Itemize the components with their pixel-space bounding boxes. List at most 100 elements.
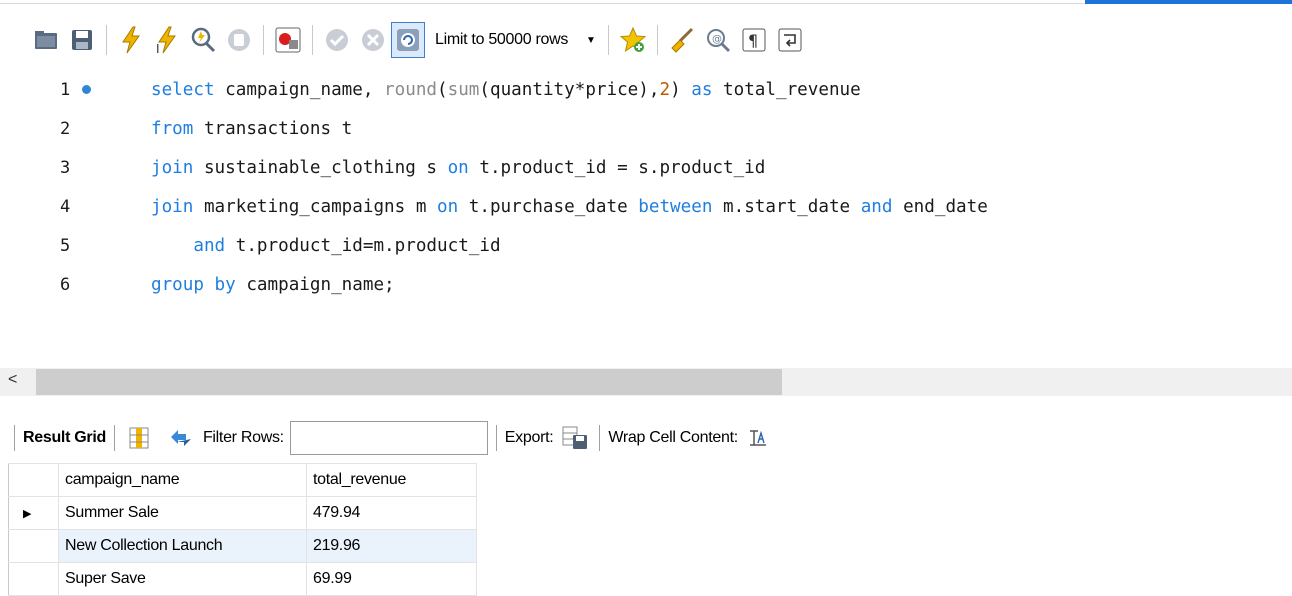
- indent-token: [151, 236, 193, 256]
- table-row[interactable]: ▶ Summer Sale 479.94: [8, 496, 477, 530]
- keyword-token: group by: [151, 275, 236, 295]
- scroll-left-icon[interactable]: <: [8, 371, 17, 389]
- code-token: transactions t: [193, 119, 353, 139]
- toggle-error-icon[interactable]: [270, 22, 306, 58]
- toolbar-separator: [106, 25, 107, 55]
- result-toolbar: Result Grid Filter Rows: Export: Wrap Ce…: [14, 416, 774, 460]
- line-number: 3: [60, 158, 71, 178]
- table-row[interactable]: New Collection Launch 219.96: [8, 529, 477, 563]
- number-token: 2: [659, 80, 671, 100]
- active-tab-accent: [1085, 0, 1292, 4]
- svg-text:@: @: [712, 34, 722, 45]
- keyword-token: select: [151, 80, 215, 100]
- keyword-token: join: [151, 158, 194, 178]
- code-token: (: [437, 80, 448, 100]
- code-token: (quantity*price),: [479, 80, 660, 100]
- line-number: 5: [60, 236, 71, 256]
- result-grid-tab[interactable]: Result Grid: [23, 429, 106, 447]
- wrap-icon[interactable]: [772, 22, 808, 58]
- add-snippet-icon[interactable]: [615, 22, 651, 58]
- code-token: m.start_date: [712, 197, 861, 217]
- column-header[interactable]: total_revenue: [306, 463, 477, 497]
- table-row[interactable]: Super Save 69.99: [8, 562, 477, 596]
- grid-cell[interactable]: Summer Sale: [58, 496, 307, 530]
- keyword-token: and: [860, 197, 893, 217]
- code-token: t.product_id=m.product_id: [225, 236, 501, 256]
- beautify-icon[interactable]: [664, 22, 700, 58]
- toolbar-separator: [656, 25, 658, 55]
- toolbar-separator: [312, 25, 313, 55]
- commit-icon[interactable]: [319, 22, 355, 58]
- toolbar-separator: [263, 25, 264, 55]
- line-number: 6: [60, 275, 71, 295]
- code-text: and t.product_id=m.product_id: [151, 236, 501, 256]
- execute-icon[interactable]: [113, 22, 149, 58]
- svg-text:¶: ¶: [748, 31, 758, 50]
- rollback-icon[interactable]: [355, 22, 391, 58]
- wrap-cell-icon[interactable]: [742, 422, 774, 454]
- toolbar-separator: [113, 425, 115, 451]
- keyword-token: and: [193, 236, 226, 256]
- scrollbar-thumb[interactable]: [36, 369, 782, 395]
- column-header[interactable]: campaign_name: [58, 463, 307, 497]
- stop-icon[interactable]: [221, 22, 257, 58]
- find-icon[interactable]: @: [700, 22, 736, 58]
- keyword-token: on: [437, 197, 459, 217]
- row-marker: [8, 529, 59, 563]
- line-number: 4: [60, 197, 71, 217]
- grid-header-row: campaign_name total_revenue: [8, 463, 477, 497]
- refresh-icon[interactable]: [165, 422, 197, 454]
- keyword-token: between: [638, 197, 713, 217]
- function-token: round: [384, 80, 438, 100]
- wrap-cell-label: Wrap Cell Content:: [608, 429, 738, 446]
- limit-rows-select[interactable]: Limit to 50000 rows ▼: [429, 22, 602, 58]
- sql-editor-toolbar: I Limit to 50000 rows ▼ @ ¶: [28, 20, 808, 60]
- code-text: group by campaign_name;: [151, 275, 395, 295]
- function-token: sum: [447, 80, 480, 100]
- editor-horizontal-scrollbar[interactable]: <: [0, 368, 1292, 396]
- keyword-token: join: [151, 197, 194, 217]
- open-folder-icon[interactable]: [28, 22, 64, 58]
- code-token: campaign_name;: [235, 275, 395, 295]
- toolbar-separator: [14, 425, 15, 451]
- code-token: end_date: [892, 197, 988, 217]
- export-icon[interactable]: [559, 422, 591, 454]
- line-number: 2: [60, 119, 71, 139]
- filter-rows-input[interactable]: [289, 421, 488, 455]
- chevron-down-icon: ▼: [586, 34, 596, 46]
- execute-current-icon[interactable]: I: [149, 22, 185, 58]
- save-icon[interactable]: [64, 22, 100, 58]
- code-token: t.purchase_date: [458, 197, 639, 217]
- result-grid[interactable]: campaign_name total_revenue ▶ Summer Sal…: [8, 463, 477, 596]
- toolbar-separator: [607, 25, 609, 55]
- code-token: marketing_campaigns m: [193, 197, 437, 217]
- grid-cell[interactable]: 479.94: [306, 496, 477, 530]
- row-marker: [8, 562, 59, 596]
- grid-cell[interactable]: 219.96: [306, 529, 477, 563]
- code-token: total_revenue: [712, 80, 861, 100]
- statement-marker-icon: [82, 85, 91, 94]
- current-row-icon: ▶: [8, 496, 59, 530]
- sql-editor[interactable]: 1 select campaign_name, round(sum(quanti…: [0, 70, 1292, 340]
- code-token: ): [670, 80, 692, 100]
- grid-cell[interactable]: New Collection Launch: [58, 529, 307, 563]
- export-label: Export:: [504, 429, 554, 446]
- code-token: t.product_id = s.product_id: [468, 158, 766, 178]
- invisible-chars-icon[interactable]: ¶: [736, 22, 772, 58]
- grid-cell[interactable]: Super Save: [58, 562, 307, 596]
- svg-text:I: I: [156, 42, 160, 54]
- grid-layout-icon[interactable]: [123, 422, 155, 454]
- code-text: from transactions t: [151, 119, 352, 139]
- code-token: sustainable_clothing s: [193, 158, 448, 178]
- row-marker-header: [8, 463, 59, 497]
- limit-rows-label: Limit to 50000 rows: [435, 31, 569, 48]
- grid-cell[interactable]: 69.99: [306, 562, 477, 596]
- autocommit-icon[interactable]: [391, 22, 425, 58]
- keyword-token: as: [691, 80, 713, 100]
- explain-icon[interactable]: [185, 22, 221, 58]
- code-text: join sustainable_clothing s on t.product…: [151, 158, 765, 178]
- keyword-token: from: [151, 119, 194, 139]
- keyword-token: on: [447, 158, 469, 178]
- code-text: join marketing_campaigns m on t.purchase…: [151, 197, 988, 217]
- filter-rows-label: Filter Rows:: [202, 429, 284, 446]
